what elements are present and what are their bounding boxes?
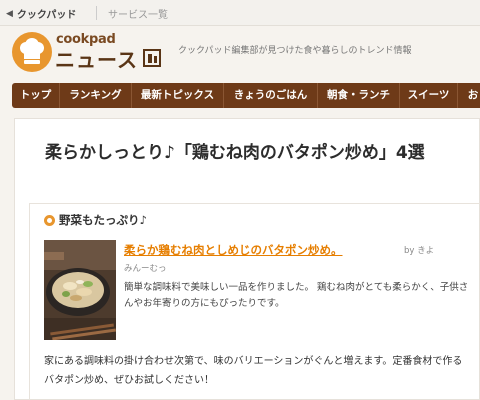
main-nav: トップ ランキング 最新トピックス きょうのごはん 朝食・ランチ スイーツ お [12, 83, 480, 108]
top-bar: ◀ クックパッド サービス一覧 [0, 0, 480, 26]
article-title: 柔らかしっとり♪「鶏むね肉のバタポン炒め」4選 [45, 143, 425, 163]
recipe-author-prefix[interactable]: by きよ [404, 244, 434, 256]
recipe-photo[interactable] [44, 240, 116, 340]
divider [96, 6, 97, 20]
logo-wordmark-news[interactable]: ニュース [55, 44, 138, 73]
site-tagline: クックパッド編集部が見つけた食や暮らしのトレンド情報 [178, 46, 412, 56]
nav-item-ranking[interactable]: ランキング [60, 83, 132, 108]
nav-item-breakfast-lunch[interactable]: 朝食・ランチ [318, 83, 400, 108]
article-card: 柔らかしっとり♪「鶏むね肉のバタポン炒め」4選 野菜もたっぷり♪ 柔らか鶏むね肉… [14, 118, 480, 400]
article-section: 野菜もたっぷり♪ 柔らか鶏むね肉としめじのバタポン炒め。 by きよ みんーむっ… [29, 203, 480, 400]
article-body-text: 家にある調味料の掛け合わせ次第で、味のバリエーションがぐんと増えます。定番食材で… [44, 356, 463, 386]
nav-item-todays-meal[interactable]: きょうのごはん [224, 83, 318, 108]
newspaper-icon [143, 49, 161, 67]
recipe-author-name[interactable]: みんーむっ [124, 262, 167, 274]
orange-circle-icon [44, 214, 55, 226]
section-title: 野菜もたっぷり♪ [59, 213, 147, 227]
back-to-cookpad-link[interactable]: ◀ クックパッド [6, 6, 77, 22]
section-heading: 野菜もたっぷり♪ [44, 212, 147, 228]
chef-hat-logo-icon[interactable] [12, 32, 52, 72]
nav-item-overflow[interactable]: お [458, 83, 480, 108]
back-arrow-icon: ◀ [6, 8, 13, 19]
recipe-title-link[interactable]: 柔らか鶏むね肉としめじのバタポン炒め。 [124, 242, 343, 258]
nav-item-top[interactable]: トップ [12, 83, 60, 108]
back-link-label: クックパッド [16, 10, 77, 21]
services-link[interactable]: サービス一覧 [108, 6, 168, 21]
nav-item-latest-topics[interactable]: 最新トピックス [132, 83, 224, 108]
site-header: cookpad ニュース クックパッド編集部が見つけた食や暮らしのトレンド情報 [0, 27, 480, 81]
nav-item-sweets[interactable]: スイーツ [400, 83, 458, 108]
recipe-description: 簡単な調味料で美味しい一品を作りました。 鶏むね肉がとても柔らかく、子供さんやお… [124, 282, 469, 309]
